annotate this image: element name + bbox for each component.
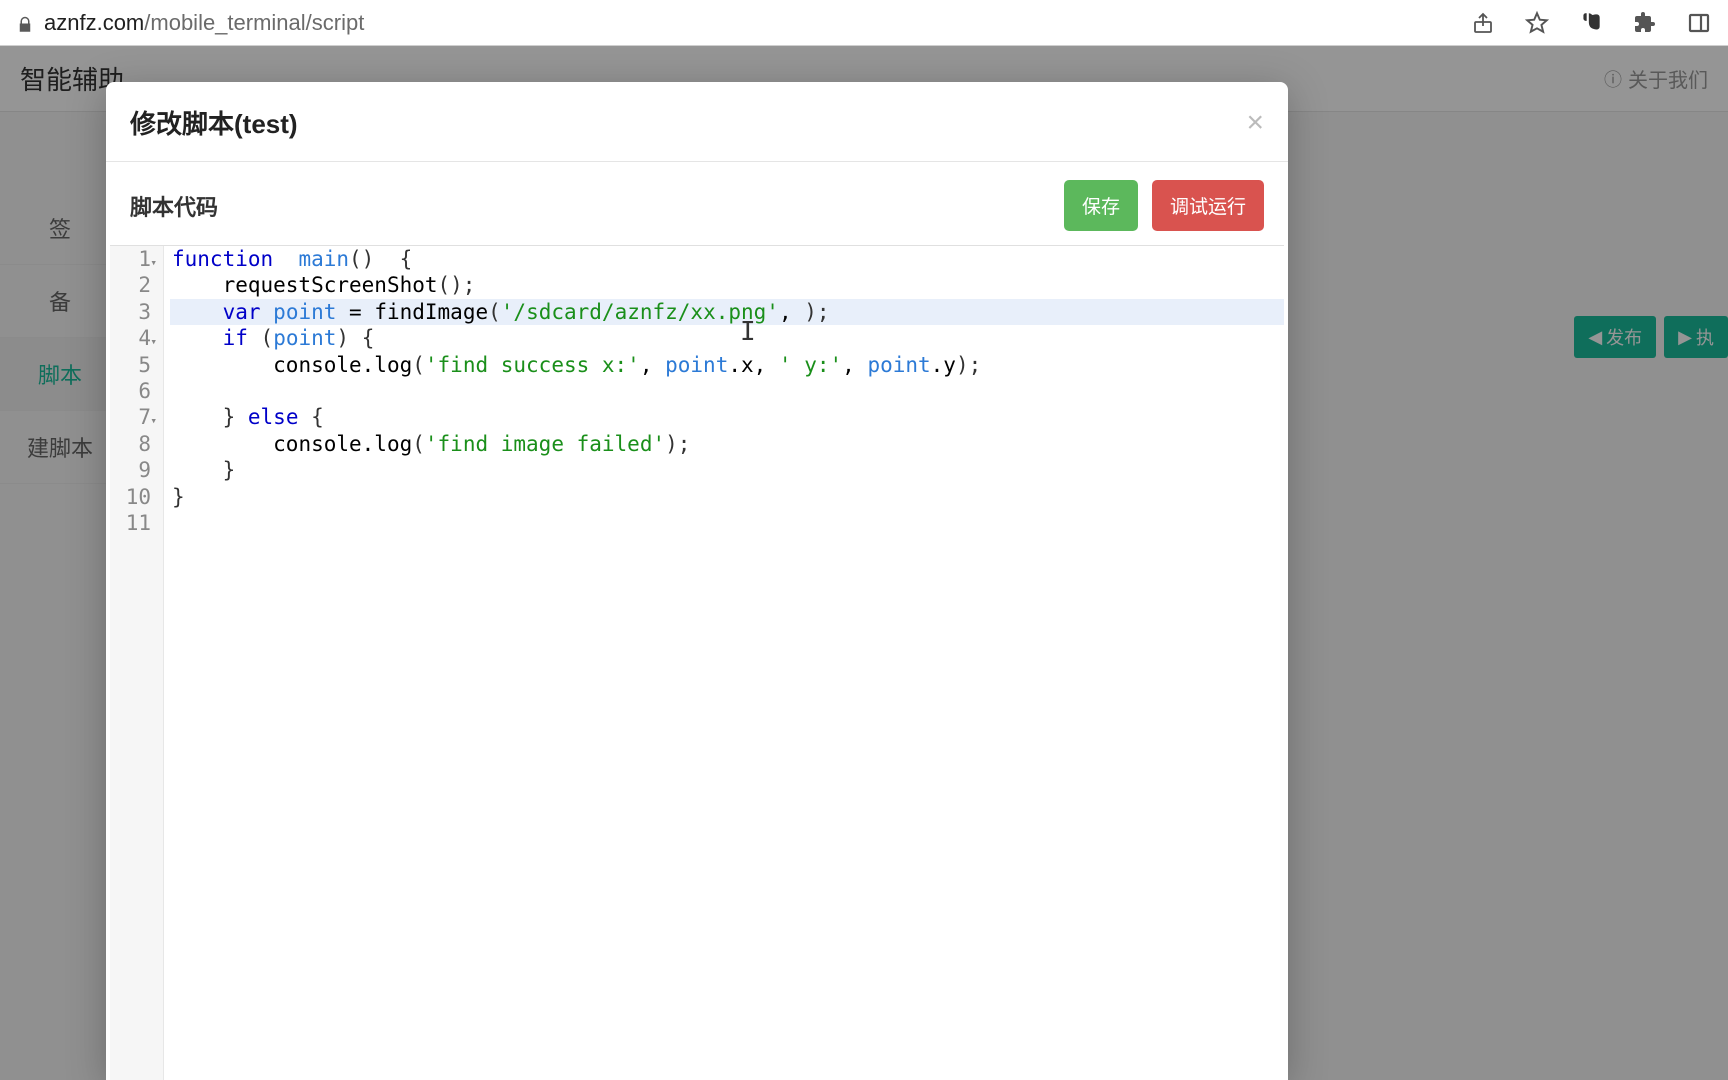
gutter-line: 11 bbox=[110, 510, 155, 536]
gutter-line: 7▾ bbox=[110, 404, 155, 430]
browser-toolbar-icons bbox=[1470, 10, 1712, 36]
extensions-icon[interactable] bbox=[1632, 10, 1658, 36]
gutter-line: 8 bbox=[110, 431, 155, 457]
code-line[interactable]: requestScreenShot(); bbox=[170, 272, 1284, 298]
code-editor[interactable]: 1▾234▾567▾891011 𝙸 function main() { req… bbox=[110, 245, 1284, 1080]
debug-run-button[interactable]: 调试运行 bbox=[1152, 180, 1264, 231]
gutter-line: 6 bbox=[110, 378, 155, 404]
share-icon[interactable] bbox=[1470, 10, 1496, 36]
code-line[interactable]: } bbox=[170, 484, 1284, 510]
modal-title: 修改脚本(test) bbox=[130, 104, 298, 141]
url-text: aznfz.com/mobile_terminal/script bbox=[44, 10, 364, 36]
save-button[interactable]: 保存 bbox=[1064, 180, 1138, 231]
gutter-line: 9 bbox=[110, 457, 155, 483]
code-line[interactable]: } else { bbox=[170, 404, 1284, 430]
gutter-line: 5 bbox=[110, 352, 155, 378]
close-icon[interactable]: × bbox=[1246, 108, 1264, 138]
gutter-line: 3 bbox=[110, 299, 155, 325]
code-area[interactable]: 𝙸 function main() { requestScreenShot();… bbox=[164, 246, 1284, 1080]
url-region[interactable]: aznfz.com/mobile_terminal/script bbox=[16, 10, 364, 36]
line-gutter: 1▾234▾567▾891011 bbox=[110, 246, 164, 1080]
code-line[interactable]: console.log('find success x:', point.x, … bbox=[170, 352, 1284, 378]
gutter-line: 2 bbox=[110, 272, 155, 298]
code-line[interactable]: if (point) { bbox=[170, 325, 1284, 351]
gutter-line: 4▾ bbox=[110, 325, 155, 351]
panel-icon[interactable] bbox=[1686, 10, 1712, 36]
evernote-icon[interactable] bbox=[1578, 10, 1604, 36]
code-line[interactable]: console.log('find image failed'); bbox=[170, 431, 1284, 457]
edit-script-modal: 修改脚本(test) × 脚本代码 保存 调试运行 1▾234▾567▾8910… bbox=[106, 82, 1288, 1080]
modal-toolbar: 脚本代码 保存 调试运行 bbox=[106, 162, 1288, 245]
text-cursor: 𝙸 bbox=[740, 319, 756, 345]
modal-header: 修改脚本(test) × bbox=[106, 82, 1288, 162]
code-section-label: 脚本代码 bbox=[130, 190, 218, 222]
code-line[interactable] bbox=[170, 510, 1284, 536]
code-line[interactable]: function main() { bbox=[170, 246, 1284, 272]
lock-icon bbox=[16, 14, 34, 32]
code-line[interactable]: } bbox=[170, 457, 1284, 483]
star-icon[interactable] bbox=[1524, 10, 1550, 36]
gutter-line: 1▾ bbox=[110, 246, 155, 272]
gutter-line: 10 bbox=[110, 484, 155, 510]
code-line[interactable] bbox=[170, 378, 1284, 404]
browser-address-bar: aznfz.com/mobile_terminal/script bbox=[0, 0, 1728, 46]
code-line[interactable]: var point = findImage('/sdcard/aznfz/xx.… bbox=[170, 299, 1284, 325]
